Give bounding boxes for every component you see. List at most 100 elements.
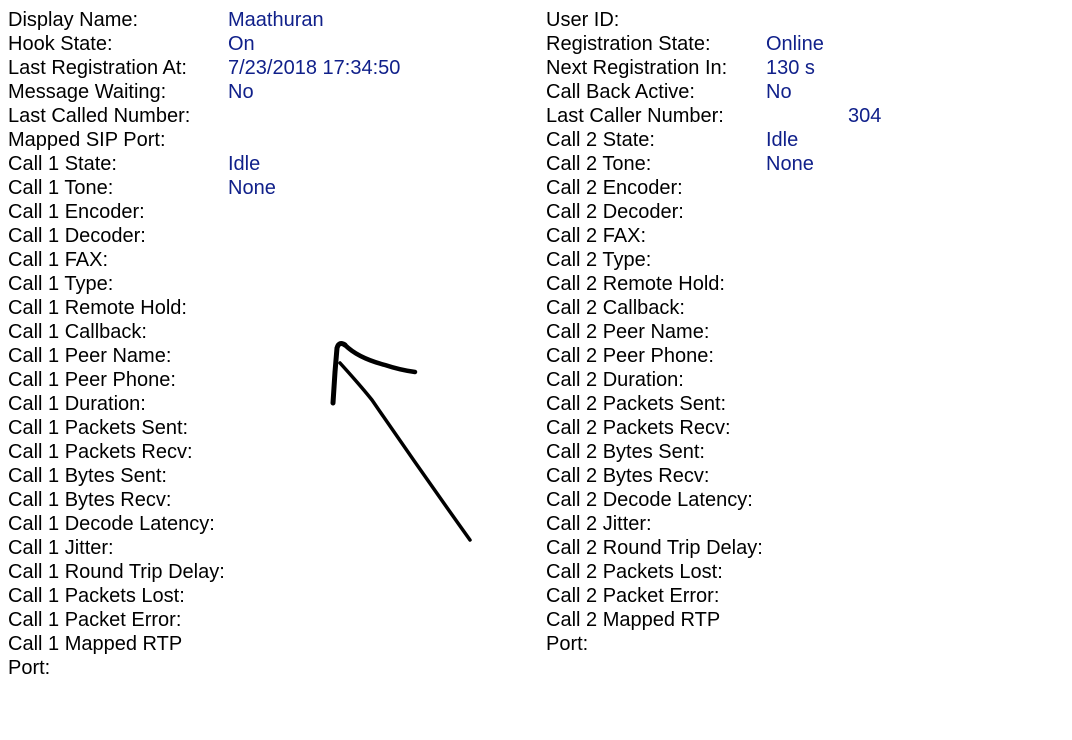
status-value xyxy=(228,608,400,632)
status-row: Call Back Active: No xyxy=(546,80,881,104)
status-value xyxy=(766,176,881,200)
status-row: Call 2 Decode Latency: xyxy=(546,488,881,512)
status-label: Call 2 State: xyxy=(546,129,655,151)
status-label: Message Waiting: xyxy=(8,81,167,103)
status-label: Call 2 Remote Hold: xyxy=(546,273,725,295)
status-row: Call 2 Tone: None xyxy=(546,152,881,176)
status-value xyxy=(228,416,400,440)
status-label: Call 1 Bytes Recv: xyxy=(8,489,172,511)
status-label: Call 2 Tone: xyxy=(546,153,652,175)
status-value xyxy=(766,320,881,344)
status-value xyxy=(228,320,400,344)
status-row: User ID: xyxy=(546,8,881,32)
status-label: Last Registration At: xyxy=(8,57,187,79)
status-row: Call 2 Peer Name: xyxy=(546,320,881,344)
status-value: Idle xyxy=(228,153,261,175)
status-value xyxy=(766,608,881,656)
status-label: Call 2 FAX: xyxy=(546,225,647,247)
status-row: Call 1 Callback: xyxy=(8,320,400,344)
status-value: None xyxy=(228,177,276,199)
status-value xyxy=(228,584,400,608)
status-label: Call 1 Decode Latency: xyxy=(8,513,215,535)
status-value xyxy=(228,392,400,416)
status-value xyxy=(228,248,400,272)
status-row: Call 1 Decode Latency: xyxy=(8,512,400,536)
status-value xyxy=(228,224,400,248)
status-value: Online xyxy=(766,33,824,55)
status-label: Call 2 Duration: xyxy=(546,369,684,391)
status-row: Call 1 Packets Recv: xyxy=(8,440,400,464)
status-row: Next Registration In: 130 s xyxy=(546,56,881,80)
status-row: Call 2 Type: xyxy=(546,248,881,272)
status-label: Call 1 Packet Error: xyxy=(8,609,182,631)
status-label: Call 2 Type: xyxy=(546,249,652,271)
status-label: Call 1 Callback: xyxy=(8,321,147,343)
status-value: Idle xyxy=(766,129,799,151)
status-row: Call 1 Bytes Sent: xyxy=(8,464,400,488)
status-value xyxy=(766,536,881,560)
status-value xyxy=(766,368,881,392)
status-row: Call 2 Bytes Recv: xyxy=(546,464,881,488)
status-row: Last Registration At: 7/23/2018 17:34:50 xyxy=(8,56,400,80)
status-value xyxy=(228,296,400,320)
status-label: Call 2 Callback: xyxy=(546,297,685,319)
status-label: Call 2 Bytes Sent: xyxy=(546,441,705,463)
status-value xyxy=(228,536,400,560)
status-value xyxy=(766,224,881,248)
status-row: Call 2 Packets Sent: xyxy=(546,392,881,416)
status-row: Call 2 State: Idle xyxy=(546,128,881,152)
line1-status-table: Display Name: Maathuran Hook State: On Last … xyxy=(8,8,400,680)
status-row: Call 2 Round Trip Delay: xyxy=(546,536,881,560)
status-label: Call 2 Round Trip Delay: xyxy=(546,537,763,559)
status-label: Call 1 Bytes Sent: xyxy=(8,465,167,487)
status-row: Call 2 FAX: xyxy=(546,224,881,248)
status-row: Call 1 Packets Sent: xyxy=(8,416,400,440)
status-value xyxy=(766,344,881,368)
status-label: Call 1 Peer Phone: xyxy=(8,369,176,391)
status-row: Call 1 Peer Phone: xyxy=(8,368,400,392)
status-row: Call 1 Encoder: xyxy=(8,200,400,224)
status-label: Call 1 Packets Sent: xyxy=(8,417,189,439)
status-row: Call 1 Bytes Recv: xyxy=(8,488,400,512)
status-label: Call 2 Peer Name: xyxy=(546,321,710,343)
status-row: Call 2 Jitter: xyxy=(546,512,881,536)
status-label: Call 1 Peer Name: xyxy=(8,345,172,367)
status-row: Call 1 Tone: None xyxy=(8,176,400,200)
status-label: Next Registration In: xyxy=(546,57,728,79)
status-label: Hook State: xyxy=(8,33,113,55)
status-value: No xyxy=(228,81,254,103)
status-label: Call Back Active: xyxy=(546,81,695,103)
status-row: Message Waiting: No xyxy=(8,80,400,104)
status-label: Call 2 Encoder: xyxy=(546,177,683,199)
status-value: None xyxy=(766,153,814,175)
status-label: Call 1 Packets Lost: xyxy=(8,585,185,607)
status-value xyxy=(766,8,881,32)
status-value xyxy=(228,488,400,512)
status-row: Call 1 Mapped RTP Port: xyxy=(8,632,400,680)
status-value xyxy=(766,440,881,464)
status-label: Call 1 Round Trip Delay: xyxy=(8,561,225,583)
status-row: Call 2 Peer Phone: xyxy=(546,344,881,368)
status-label: Call 2 Packets Recv: xyxy=(546,417,731,439)
status-row: Call 1 Peer Name: xyxy=(8,344,400,368)
status-label: Call 1 Type: xyxy=(8,273,114,295)
status-label: Mapped SIP Port: xyxy=(8,129,166,151)
status-value: Maathuran xyxy=(228,9,324,31)
status-row: Display Name: Maathuran xyxy=(8,8,400,32)
status-label: Registration State: xyxy=(546,33,711,55)
status-row: Mapped SIP Port: xyxy=(8,128,400,152)
status-value: No xyxy=(766,81,792,103)
status-label: Call 2 Decode Latency: xyxy=(546,489,753,511)
status-row: Call 2 Callback: xyxy=(546,296,881,320)
status-label: Call 1 Decoder: xyxy=(8,225,146,247)
status-row: Call 1 Decoder: xyxy=(8,224,400,248)
status-value xyxy=(228,344,400,368)
status-label: Call 1 Jitter: xyxy=(8,537,114,559)
status-row: Call 1 Remote Hold: xyxy=(8,296,400,320)
status-value: 130 s xyxy=(766,57,815,79)
status-label: User ID: xyxy=(546,9,620,31)
status-label: Call 1 Remote Hold: xyxy=(8,297,187,319)
status-value xyxy=(228,368,400,392)
status-label: Call 2 Packet Error: xyxy=(546,585,720,607)
status-value: On xyxy=(228,33,255,55)
